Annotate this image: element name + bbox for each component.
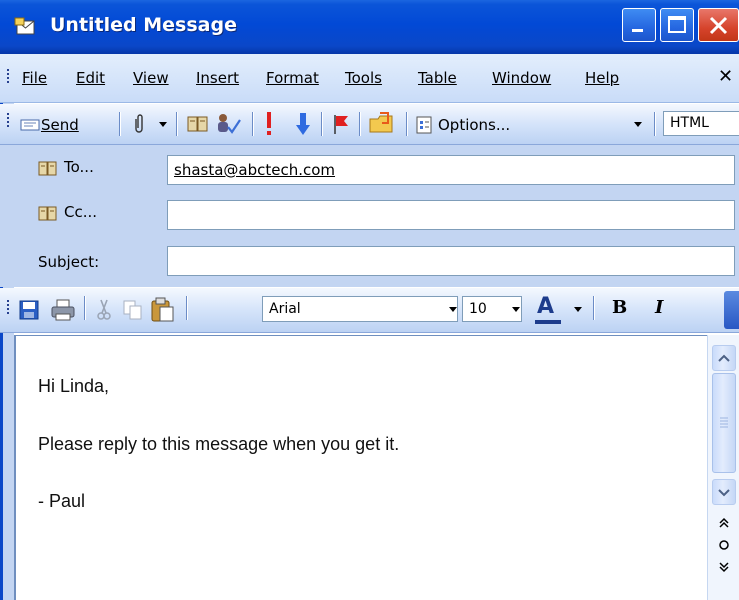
formatting-toolbar: Arial 10 A B I	[0, 288, 739, 333]
menu-grip-handle[interactable]	[7, 69, 10, 85]
font-size-dropdown-arrow[interactable]	[512, 307, 520, 312]
copy-icon[interactable]	[123, 300, 143, 320]
chevron-down-icon	[718, 489, 730, 497]
toolbar-separator	[186, 296, 187, 320]
high-importance-icon[interactable]	[264, 111, 274, 137]
menu-window[interactable]: Window	[492, 69, 551, 87]
menu-file[interactable]: File	[22, 69, 47, 87]
low-importance-icon[interactable]	[295, 112, 311, 136]
previous-page-icon[interactable]	[714, 515, 734, 531]
message-envelope-icon	[14, 17, 35, 35]
to-recipient[interactable]: shasta@abctech.com	[174, 161, 335, 179]
toolbar-separator	[593, 296, 594, 320]
italic-button[interactable]: I	[655, 297, 663, 318]
cc-label: Cc...	[64, 203, 98, 221]
folder-icon[interactable]	[368, 111, 396, 135]
scroll-down-button[interactable]	[712, 479, 736, 505]
flag-icon[interactable]	[332, 113, 350, 135]
save-icon[interactable]	[19, 300, 39, 320]
paperclip-icon[interactable]	[132, 113, 146, 135]
maximize-button[interactable]	[660, 8, 694, 42]
maximize-icon	[668, 16, 686, 33]
next-page-icon[interactable]	[714, 559, 734, 575]
to-button[interactable]: To...	[34, 155, 144, 181]
message-format-select[interactable]: HTML	[663, 111, 739, 136]
bold-button[interactable]: B	[612, 297, 627, 318]
close-icon	[709, 16, 728, 35]
title-bar[interactable]: Untitled Message	[0, 0, 739, 55]
address-book-icon[interactable]	[187, 116, 209, 132]
to-field[interactable]: shasta@abctech.com	[167, 155, 735, 185]
toolbar-overflow-button[interactable]	[724, 291, 739, 329]
font-size-value: 10	[469, 301, 487, 317]
options-button[interactable]: Options...	[412, 108, 562, 140]
scroll-thumb[interactable]	[712, 373, 736, 473]
toolbar-grip-handle[interactable]	[7, 300, 10, 316]
menu-tools[interactable]: Tools	[345, 69, 382, 87]
select-browse-object-icon[interactable]	[714, 537, 734, 553]
menu-format[interactable]: Format	[266, 69, 319, 87]
paste-icon[interactable]	[151, 297, 175, 323]
font-name-dropdown-arrow[interactable]	[449, 307, 457, 312]
options-dropdown-arrow[interactable]	[634, 122, 642, 127]
body-line: Hi Linda,	[38, 376, 110, 396]
menu-bar: File Edit View Insert Format Tools Table…	[0, 54, 739, 103]
check-names-icon[interactable]	[215, 112, 241, 136]
chevron-up-icon	[718, 354, 730, 362]
minimize-button[interactable]	[622, 8, 656, 42]
menu-edit[interactable]: Edit	[76, 69, 105, 87]
message-window: Untitled Message File Edit View Insert F…	[0, 0, 739, 600]
close-button[interactable]	[698, 8, 739, 42]
menu-help[interactable]: Help	[585, 69, 619, 87]
toolbar-separator	[84, 296, 85, 320]
address-pane: To... shasta@abctech.com Cc... Subject:	[0, 145, 739, 287]
toolbar-separator	[321, 112, 322, 136]
cc-field[interactable]	[167, 200, 735, 230]
address-book-icon	[38, 206, 57, 221]
toolbar-separator	[119, 112, 120, 136]
window-title: Untitled Message	[50, 14, 237, 36]
message-body-editor[interactable]: Hi Linda, Please reply to this message w…	[14, 335, 709, 600]
print-icon[interactable]	[51, 299, 75, 321]
cc-button[interactable]: Cc...	[34, 200, 144, 226]
close-document-icon[interactable]: ✕	[718, 66, 733, 87]
address-book-icon	[38, 161, 57, 176]
send-icon	[20, 119, 40, 131]
toolbar-separator	[654, 112, 655, 136]
toolbar-separator	[406, 112, 407, 136]
toolbar-grip-handle[interactable]	[7, 113, 10, 129]
font-name-value: Arial	[269, 301, 301, 317]
standard-toolbar: Send Options... HTML	[0, 104, 739, 145]
grip-lines-icon	[720, 417, 728, 428]
font-name-select[interactable]: Arial	[262, 296, 458, 322]
send-label: Send	[41, 116, 79, 134]
options-label: Options...	[438, 116, 511, 134]
menu-insert[interactable]: Insert	[196, 69, 239, 87]
vertical-scrollbar[interactable]	[707, 335, 739, 600]
scroll-up-button[interactable]	[712, 345, 736, 371]
subject-label: Subject:	[38, 253, 100, 271]
minimize-icon	[632, 29, 643, 32]
menu-table[interactable]: Table	[418, 69, 457, 87]
font-color-dropdown-arrow[interactable]	[574, 307, 582, 312]
toolbar-separator	[252, 112, 253, 136]
font-color-button[interactable]: A	[531, 294, 565, 326]
subject-field[interactable]	[167, 246, 735, 276]
body-line: - Paul	[38, 491, 86, 511]
body-line: Please reply to this message when you ge…	[38, 434, 400, 454]
to-label: To...	[64, 158, 94, 176]
toolbar-separator	[359, 112, 360, 136]
font-color-label: A	[537, 294, 555, 319]
menu-view[interactable]: View	[133, 69, 169, 87]
options-icon	[416, 116, 432, 134]
send-button[interactable]: Send	[16, 108, 114, 140]
attach-dropdown-arrow[interactable]	[159, 122, 167, 127]
font-color-swatch	[535, 320, 561, 324]
cut-icon[interactable]	[96, 299, 112, 321]
toolbar-separator	[176, 112, 177, 136]
